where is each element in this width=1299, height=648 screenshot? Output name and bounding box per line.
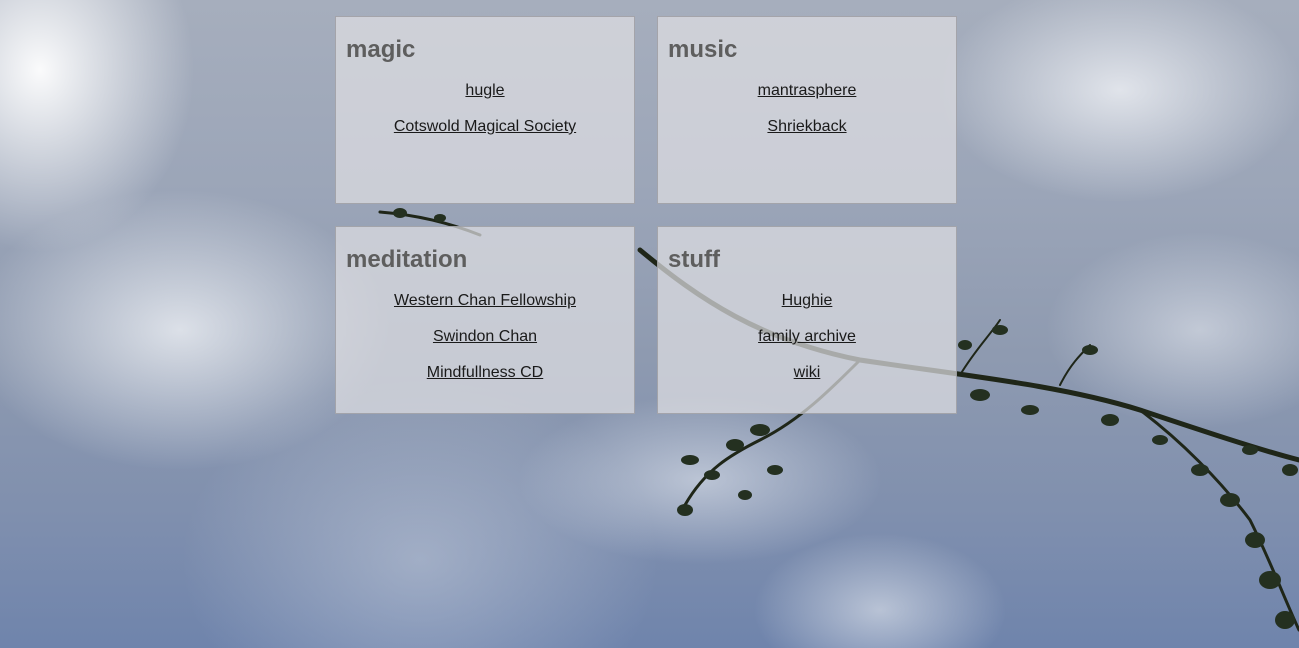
link-family-archive[interactable]: family archive <box>658 327 956 347</box>
link-list: hugle Cotswold Magical Society <box>336 81 634 153</box>
panel-title: music <box>668 36 738 63</box>
link-grid: magic hugle Cotswold Magical Society mus… <box>335 16 959 416</box>
panel-title: stuff <box>668 246 720 273</box>
link-wiki[interactable]: wiki <box>658 363 956 383</box>
link-mindfullness-cd[interactable]: Mindfullness CD <box>336 363 634 383</box>
link-mantrasphere[interactable]: mantrasphere <box>658 81 956 101</box>
link-western-chan-fellowship[interactable]: Western Chan Fellowship <box>336 291 634 311</box>
link-list: mantrasphere Shriekback <box>658 81 956 153</box>
link-shriekback[interactable]: Shriekback <box>658 117 956 137</box>
link-hugle[interactable]: hugle <box>336 81 634 101</box>
link-list: Hughie family archive wiki <box>658 291 956 399</box>
panel-music: music mantrasphere Shriekback <box>657 16 957 204</box>
link-list: Western Chan Fellowship Swindon Chan Min… <box>336 291 634 399</box>
panel-title: meditation <box>346 246 468 273</box>
link-hughie[interactable]: Hughie <box>658 291 956 311</box>
panel-meditation: meditation Western Chan Fellowship Swind… <box>335 226 635 414</box>
link-cotswold-magical-society[interactable]: Cotswold Magical Society <box>336 117 634 137</box>
panel-title: magic <box>346 36 416 63</box>
panel-magic: magic hugle Cotswold Magical Society <box>335 16 635 204</box>
panel-stuff: stuff Hughie family archive wiki <box>657 226 957 414</box>
link-swindon-chan[interactable]: Swindon Chan <box>336 327 634 347</box>
